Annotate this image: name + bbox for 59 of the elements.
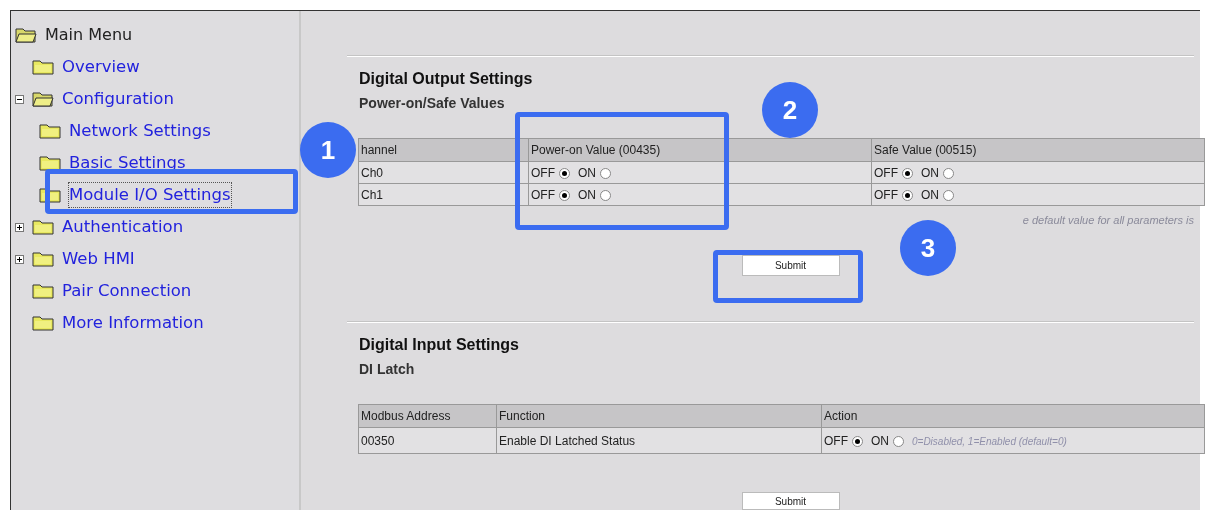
table-cell: Ch1: [358, 183, 529, 206]
open-folder-icon: [32, 91, 54, 107]
section-subtitle: Power-on/Safe Values: [359, 94, 505, 113]
column-header: Function: [496, 404, 822, 428]
folder-icon: [39, 123, 61, 139]
expand-toggle[interactable]: [15, 222, 24, 232]
folder-icon: [32, 251, 54, 267]
radio-button[interactable]: [559, 189, 570, 201]
expand-toggle[interactable]: [15, 254, 24, 264]
radio-button[interactable]: [943, 167, 954, 179]
folder-icon: [32, 283, 54, 299]
option-label: OFF: [874, 187, 898, 202]
option-label: ON: [871, 433, 889, 448]
radio-button[interactable]: [893, 435, 904, 447]
submit-button[interactable]: Submit: [741, 255, 840, 276]
option-label: OFF: [531, 187, 555, 202]
folder-icon: [32, 219, 54, 235]
menu-link[interactable]: Authentication: [62, 214, 184, 240]
note-text: e default value for all parameters is: [1022, 213, 1194, 228]
column-header: Safe Value (00515): [871, 138, 1205, 162]
option-label: ON: [921, 187, 939, 202]
table-cell: 00350: [358, 427, 497, 454]
option-label: ON: [921, 165, 939, 180]
menu-link[interactable]: Module I/O Settings: [69, 182, 231, 208]
menu-link[interactable]: More Information: [62, 310, 204, 336]
option-label: OFF: [874, 165, 898, 180]
folder-icon: [39, 155, 61, 171]
radio-button[interactable]: [600, 167, 611, 179]
column-header: hannel: [358, 138, 529, 162]
collapse-toggle[interactable]: [15, 94, 24, 104]
section-title: Digital Output Settings: [359, 69, 533, 89]
menu-title: Main Menu: [45, 24, 133, 46]
section-subtitle: DI Latch: [359, 360, 415, 379]
folder-icon: [32, 59, 54, 75]
menu-link[interactable]: Network Settings: [69, 118, 211, 144]
hint-text: 0=Disabled, 1=Enabled (default=0): [912, 435, 1067, 447]
folder-icon: [32, 315, 54, 331]
column-header: Power-on Value (00435): [528, 138, 872, 162]
menu-link[interactable]: Pair Connection: [62, 278, 192, 304]
radio-button[interactable]: [902, 189, 913, 201]
option-label: ON: [578, 165, 596, 180]
column-header: Modbus Address: [358, 404, 497, 428]
radio-button[interactable]: [943, 189, 954, 201]
option-label: OFF: [824, 433, 848, 448]
option-label: OFF: [531, 165, 555, 180]
radio-button[interactable]: [852, 435, 863, 447]
section-title: Digital Input Settings: [359, 335, 519, 355]
submit-button[interactable]: Submit: [741, 492, 840, 510]
menu-link[interactable]: Basic Settings: [69, 150, 186, 176]
radio-button[interactable]: [902, 167, 913, 179]
column-header: Action: [821, 404, 1205, 428]
menu-link[interactable]: Overview: [62, 54, 140, 80]
option-label: ON: [578, 187, 596, 202]
menu-link[interactable]: Configuration: [62, 86, 174, 112]
radio-button[interactable]: [600, 189, 611, 201]
menu-link[interactable]: Web HMI: [62, 246, 135, 272]
radio-button[interactable]: [559, 167, 570, 179]
table-cell: Enable DI Latched Status: [496, 427, 822, 454]
table-cell: Ch0: [358, 161, 529, 184]
